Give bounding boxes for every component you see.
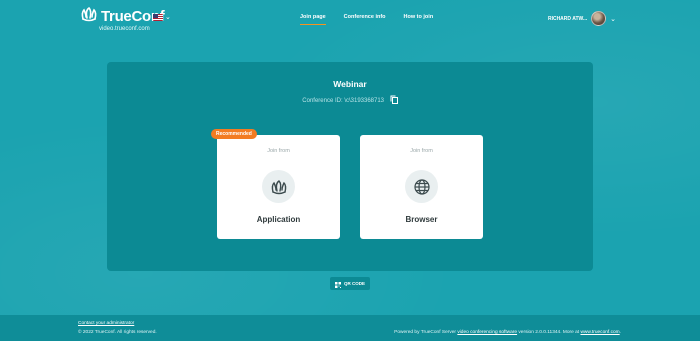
globe-icon bbox=[405, 170, 438, 203]
user-menu[interactable]: RICHARD ATW... ⌄ bbox=[548, 11, 616, 26]
tab-join-page[interactable]: Join page bbox=[300, 14, 326, 25]
user-chevron-down-icon: ⌄ bbox=[610, 15, 616, 23]
join-browser-card[interactable]: Join from Browser bbox=[360, 135, 483, 239]
tab-how-to-join[interactable]: How to join bbox=[404, 14, 434, 20]
join-from-label: Join from bbox=[410, 148, 433, 154]
trueconf-logo-icon bbox=[80, 6, 98, 27]
page-title: Webinar bbox=[333, 79, 367, 89]
top-header: TrueConf video.trueconf.com ⌄ Join page … bbox=[0, 0, 700, 40]
trueconf-app-icon bbox=[262, 170, 295, 203]
software-link[interactable]: video conferencing software bbox=[457, 330, 517, 335]
trueconf-site-link[interactable]: www.trueconf.com bbox=[580, 330, 619, 335]
powered-end: . bbox=[619, 330, 621, 335]
powered-by-text: Powered by TrueConf Server video confere… bbox=[394, 330, 621, 335]
server-domain: video.trueconf.com bbox=[99, 26, 150, 32]
footer: Contact your administrator © 2022 TrueCo… bbox=[0, 315, 700, 341]
join-panel: Webinar Conference ID: \c\3193368713 Rec… bbox=[107, 62, 593, 271]
powered-prefix: Powered by TrueConf Server bbox=[394, 330, 458, 335]
user-name: RICHARD ATW... bbox=[547, 15, 588, 22]
main-nav: Join page Conference info How to join bbox=[300, 14, 434, 25]
us-flag-icon bbox=[153, 13, 163, 21]
copy-icon[interactable] bbox=[390, 95, 398, 106]
application-label: Application bbox=[256, 215, 301, 224]
language-selector[interactable]: ⌄ bbox=[153, 13, 171, 21]
powered-version: version 2.0.0.11344. More at bbox=[517, 330, 581, 335]
tab-conference-info[interactable]: Conference info bbox=[344, 14, 386, 20]
conference-id-row: Conference ID: \c\3193368713 bbox=[107, 95, 593, 106]
qr-code-label: QR CODE bbox=[343, 281, 365, 286]
join-application-card[interactable]: Recommended Join from Application bbox=[211, 129, 340, 239]
qr-code-icon bbox=[334, 275, 341, 293]
recommended-badge: Recommended bbox=[211, 129, 257, 139]
contact-admin-link[interactable]: Contact your administrator bbox=[78, 321, 134, 326]
avatar bbox=[591, 11, 607, 26]
chevron-down-icon: ⌄ bbox=[165, 14, 171, 21]
join-from-label: Join from bbox=[267, 148, 290, 154]
browser-label: Browser bbox=[405, 215, 438, 224]
copyright-text: © 2022 TrueConf. All rights reserved. bbox=[78, 330, 157, 335]
trueconf-logo[interactable]: TrueConf bbox=[80, 6, 165, 27]
conference-id: Conference ID: \c\3193368713 bbox=[302, 98, 385, 105]
qr-code-button[interactable]: QR CODE bbox=[330, 277, 370, 290]
